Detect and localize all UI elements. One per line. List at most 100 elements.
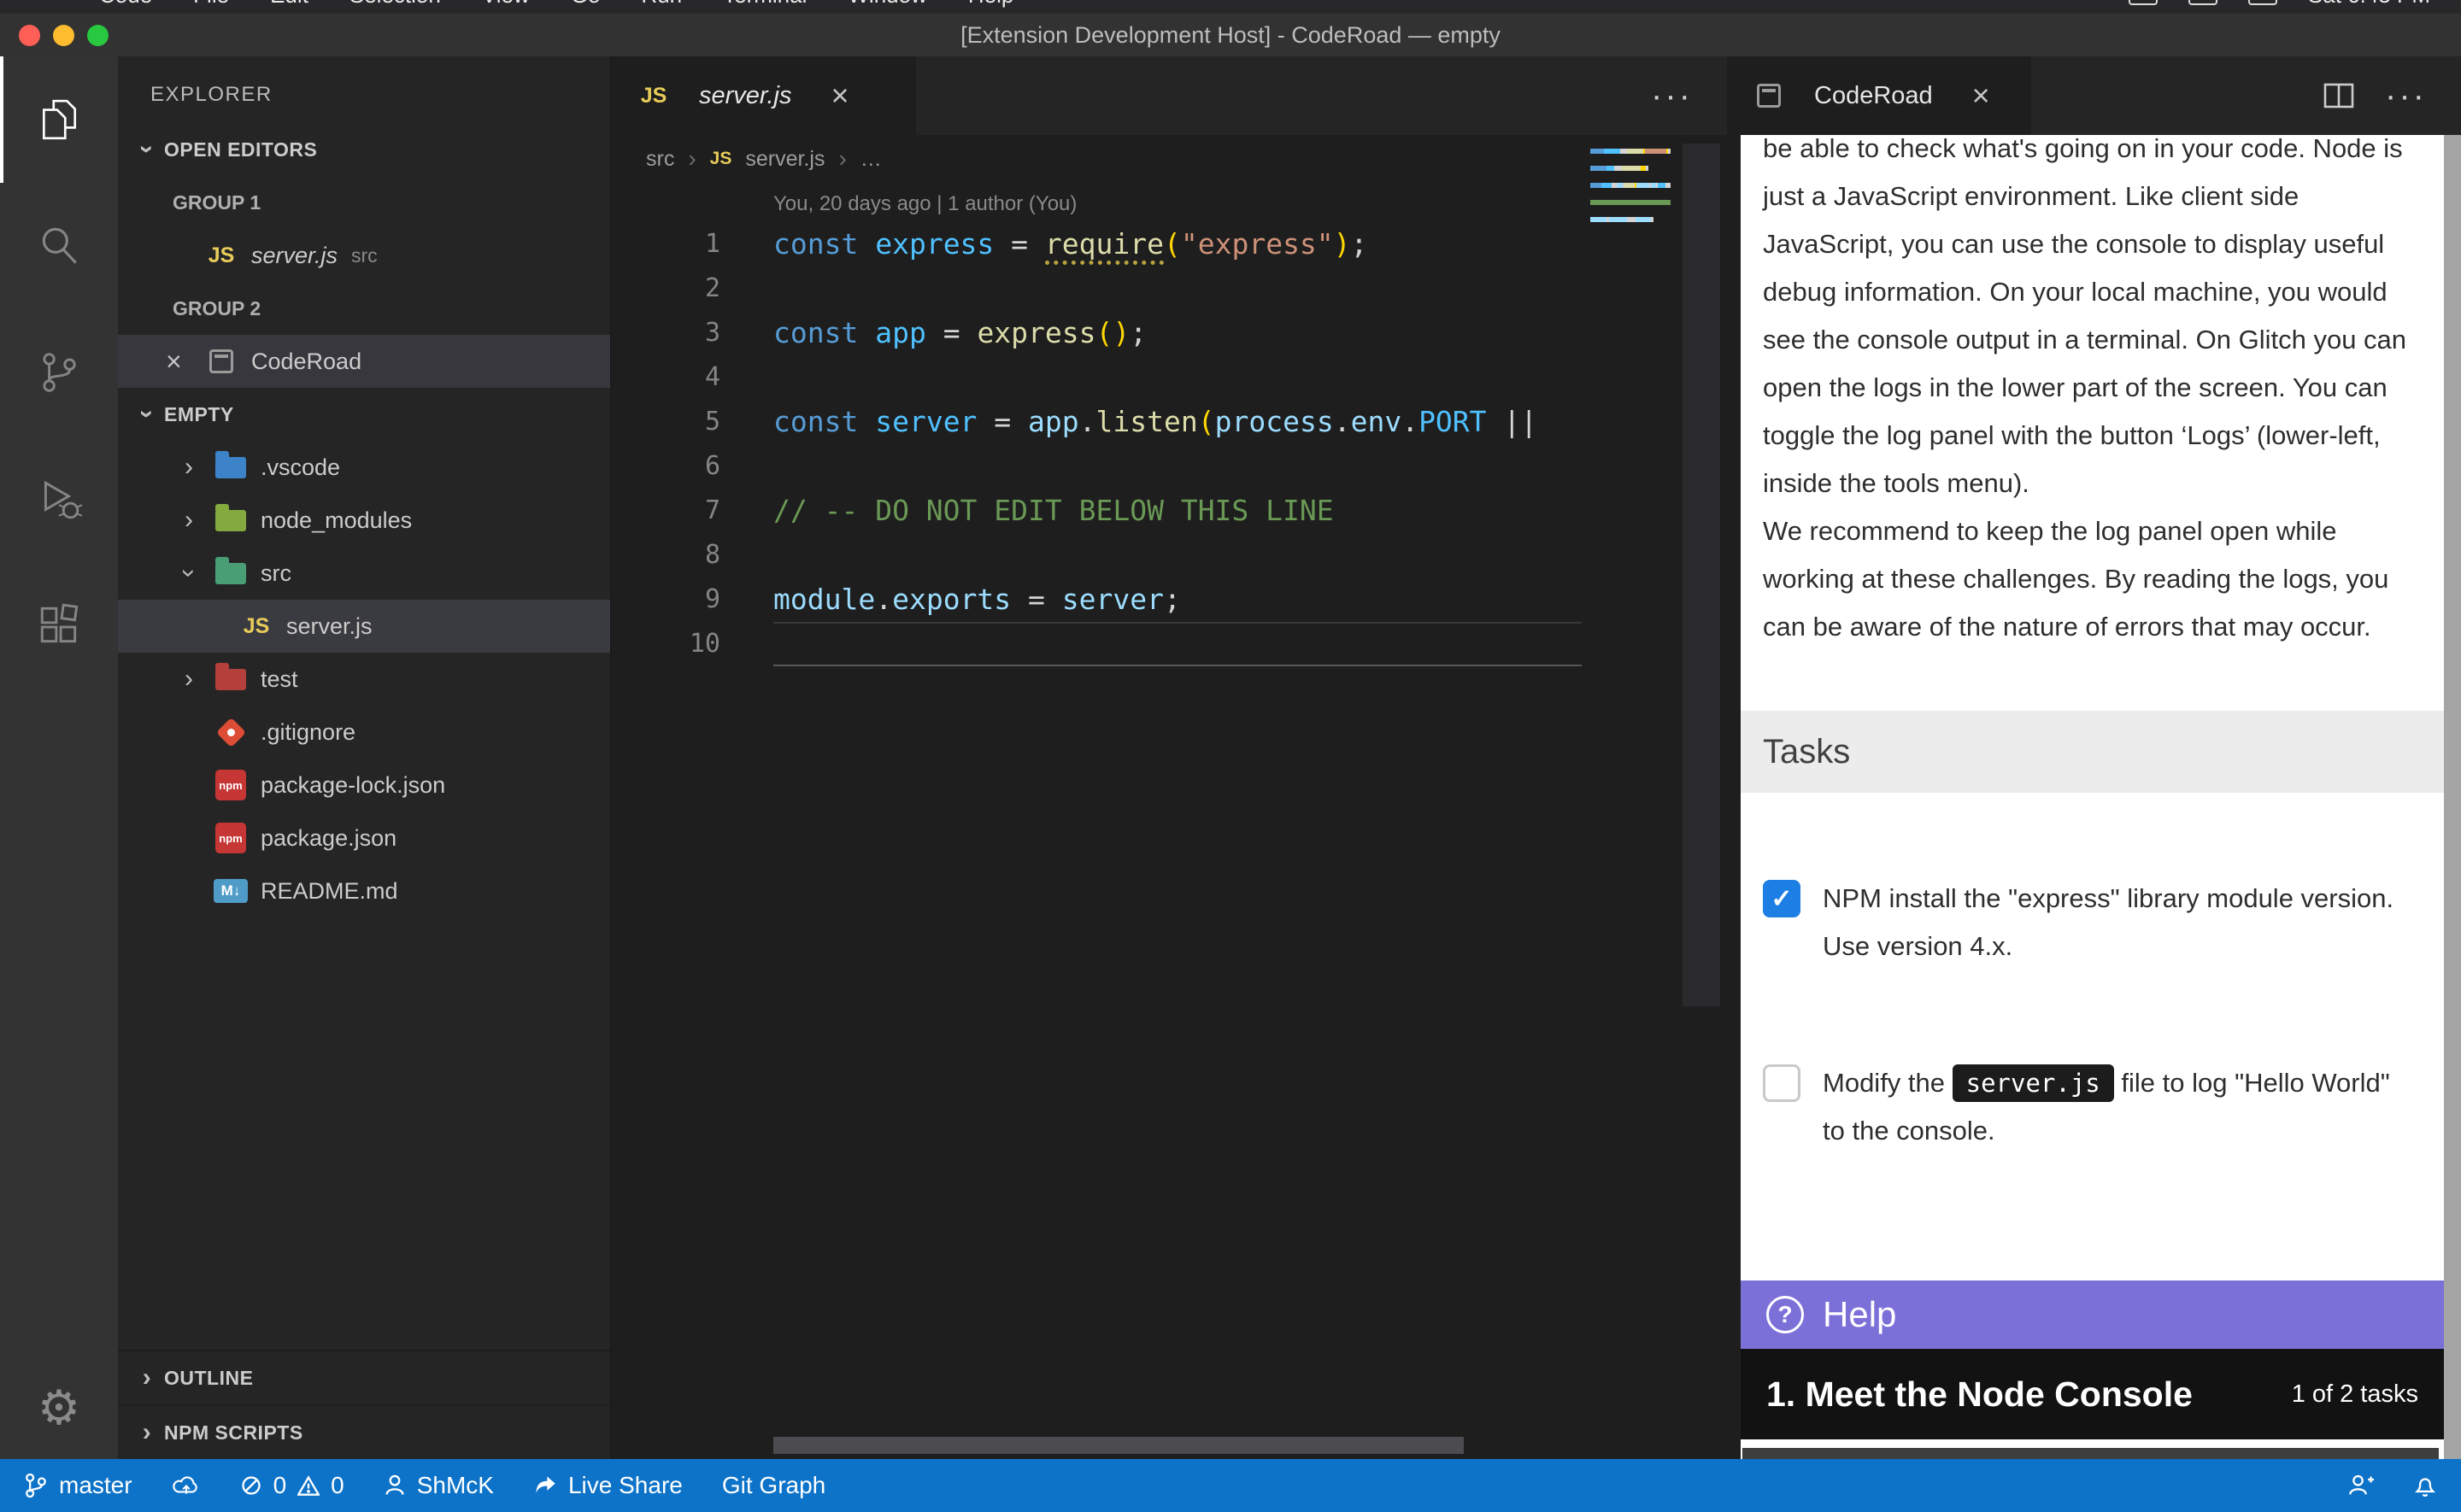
code-line-6[interactable]: 6 <box>612 444 1727 489</box>
minimize-window-button[interactable] <box>53 25 74 46</box>
code-token: ; <box>1130 316 1147 349</box>
open-editor-server-js[interactable]: JSserver.jssrc <box>118 229 610 282</box>
help-label: Help <box>1823 1294 1896 1335</box>
menubar-clock[interactable]: Sat 6:45 PM <box>2308 0 2430 9</box>
code-line-9[interactable]: 9module.exports = server; <box>612 577 1727 622</box>
minimap-line <box>1590 173 1671 181</box>
tree-item-package-json[interactable]: npmpackage.json <box>118 812 610 864</box>
tree-item-src[interactable]: ›src <box>118 547 610 600</box>
menu-item-file[interactable]: File <box>193 0 229 9</box>
statusbar-sync[interactable] <box>172 1474 201 1497</box>
code-token: . <box>1334 405 1351 438</box>
chevron-down-icon: › <box>174 549 203 597</box>
statusbar-branch[interactable]: master <box>24 1472 132 1499</box>
tree-item-test[interactable]: ›test <box>118 653 610 706</box>
test-folder-icon <box>215 669 246 690</box>
zoom-window-button[interactable] <box>87 25 109 46</box>
task-checkbox[interactable] <box>1763 1064 1800 1102</box>
sidebar-section-outline[interactable]: ›OUTLINE <box>118 1350 610 1404</box>
npm-icon: npm <box>215 823 246 853</box>
keyboard-icon[interactable] <box>2129 0 2158 5</box>
menu-item-window[interactable]: Window <box>848 0 926 9</box>
sidebar-section-open-editors[interactable]: ›OPEN EDITORS <box>118 123 610 176</box>
tab-coderoad[interactable]: CodeRoad × <box>1727 56 2031 135</box>
close-window-button[interactable] <box>19 25 40 46</box>
tree-item-gitignore[interactable]: .gitignore <box>118 706 610 759</box>
close-tab-icon[interactable]: × <box>1972 78 1990 114</box>
window-title-bar: [Extension Development Host] - CodeRoad … <box>0 14 2461 56</box>
chevron-down-icon: › <box>132 397 162 431</box>
line-text <box>773 355 1582 400</box>
breadcrumb-folder[interactable]: src <box>646 147 674 172</box>
editor-group-label-group-2[interactable]: GROUP 2 <box>118 282 610 335</box>
editor-group-label-group-1[interactable]: GROUP 1 <box>118 176 610 229</box>
task-checkbox[interactable]: ✓ <box>1763 880 1800 917</box>
vertical-scrollbar[interactable] <box>1683 144 1720 1006</box>
tree-label: .vscode <box>261 454 340 481</box>
code-token: || <box>1487 405 1538 438</box>
horizontal-scrollbar[interactable] <box>773 1437 1464 1454</box>
webview-scrollbar[interactable] <box>2444 135 2461 1459</box>
code-line-3[interactable]: 3const app = express(); <box>612 311 1727 355</box>
menu-item-edit[interactable]: Edit <box>270 0 308 9</box>
battery-icon[interactable] <box>2248 0 2277 5</box>
code-line-10[interactable]: 10 <box>612 622 1727 666</box>
statusbar-account[interactable]: ShMcK <box>384 1472 494 1499</box>
menu-item-run[interactable]: Run <box>641 0 682 9</box>
activity-explorer-button[interactable] <box>0 56 118 183</box>
tree-item-package-lock-json[interactable]: npmpackage-lock.json <box>118 759 610 812</box>
line-text <box>773 533 1582 577</box>
breadcrumb-more[interactable]: … <box>860 147 882 172</box>
code-line-1[interactable]: 1const express = require("express"); <box>612 222 1727 267</box>
js-icon: JS <box>710 149 732 169</box>
code-line-7[interactable]: 7// -- DO NOT EDIT BELOW THIS LINE <box>612 489 1727 533</box>
code-token: env <box>1351 405 1402 438</box>
breadcrumb-file[interactable]: server.js <box>745 147 825 172</box>
activity-search-button[interactable] <box>0 183 118 309</box>
sidebar-section-npm-scripts[interactable]: ›NPM SCRIPTS <box>118 1404 610 1459</box>
gitlens-annotation[interactable]: You, 20 days ago | 1 author (You) <box>612 183 1727 222</box>
code-editor[interactable]: You, 20 days ago | 1 author (You) 1const… <box>612 183 1727 1459</box>
search-icon <box>36 223 82 269</box>
line-text: const server = app.listen(process.env.PO… <box>773 400 1582 444</box>
menu-item-terminal[interactable]: Terminal <box>723 0 807 9</box>
activity-source-control-button[interactable] <box>0 309 118 436</box>
tree-item-vscode[interactable]: ›.vscode <box>118 441 610 494</box>
editor-more-actions-button[interactable]: ··· <box>1651 77 1693 115</box>
code-line-2[interactable]: 2 <box>612 267 1727 311</box>
tree-item-readme-md[interactable]: M↓README.md <box>118 864 610 917</box>
code-line-5[interactable]: 5const server = app.listen(process.env.P… <box>612 400 1727 444</box>
open-editor-coderoad[interactable]: ×CodeRoad <box>118 335 610 388</box>
statusbar-git-graph[interactable]: Git Graph <box>722 1472 825 1499</box>
tab-server-js[interactable]: JS server.js × <box>612 56 916 135</box>
menu-item-help[interactable]: Help <box>968 0 1013 9</box>
statusbar-problems[interactable]: 0 0 <box>240 1472 344 1499</box>
lesson-header[interactable]: 1. Meet the Node Console 1 of 2 tasks <box>1741 1349 2444 1439</box>
menu-item-code[interactable]: Code <box>99 0 152 9</box>
webview-more-actions-button[interactable]: ··· <box>2385 77 2427 115</box>
code-token: const <box>773 316 875 349</box>
help-header[interactable]: ? Help <box>1741 1281 2444 1349</box>
statusbar-notifications-button[interactable] <box>2413 1473 2437 1498</box>
split-editor-icon[interactable] <box>2322 79 2356 113</box>
settings-gear-button[interactable]: ⚙ <box>38 1357 80 1459</box>
line-text <box>773 267 1582 311</box>
menu-item-go[interactable]: Go <box>571 0 601 9</box>
close-tab-icon[interactable]: × <box>831 78 849 114</box>
activity-run-debug-button[interactable] <box>0 436 118 562</box>
statusbar-invite-button[interactable] <box>2348 1474 2374 1497</box>
code-line-8[interactable]: 8 <box>612 533 1727 577</box>
sidebar-section-empty[interactable]: ›EMPTY <box>118 388 610 441</box>
minimap[interactable] <box>1590 147 1671 232</box>
tree-item-node-modules[interactable]: ›node_modules <box>118 494 610 547</box>
close-editor-icon[interactable]: × <box>166 346 203 378</box>
tree-item-server-js[interactable]: JSserver.js <box>118 600 610 653</box>
breadcrumb: src › JS server.js › … <box>612 135 1727 183</box>
menu-item-view[interactable]: View <box>482 0 530 9</box>
line-number: 7 <box>612 489 773 533</box>
display-icon[interactable] <box>2188 0 2217 5</box>
statusbar-live-share[interactable]: Live Share <box>533 1472 683 1499</box>
code-line-4[interactable]: 4 <box>612 355 1727 400</box>
menu-item-selection[interactable]: Selection <box>349 0 441 9</box>
activity-extensions-button[interactable] <box>0 562 118 689</box>
